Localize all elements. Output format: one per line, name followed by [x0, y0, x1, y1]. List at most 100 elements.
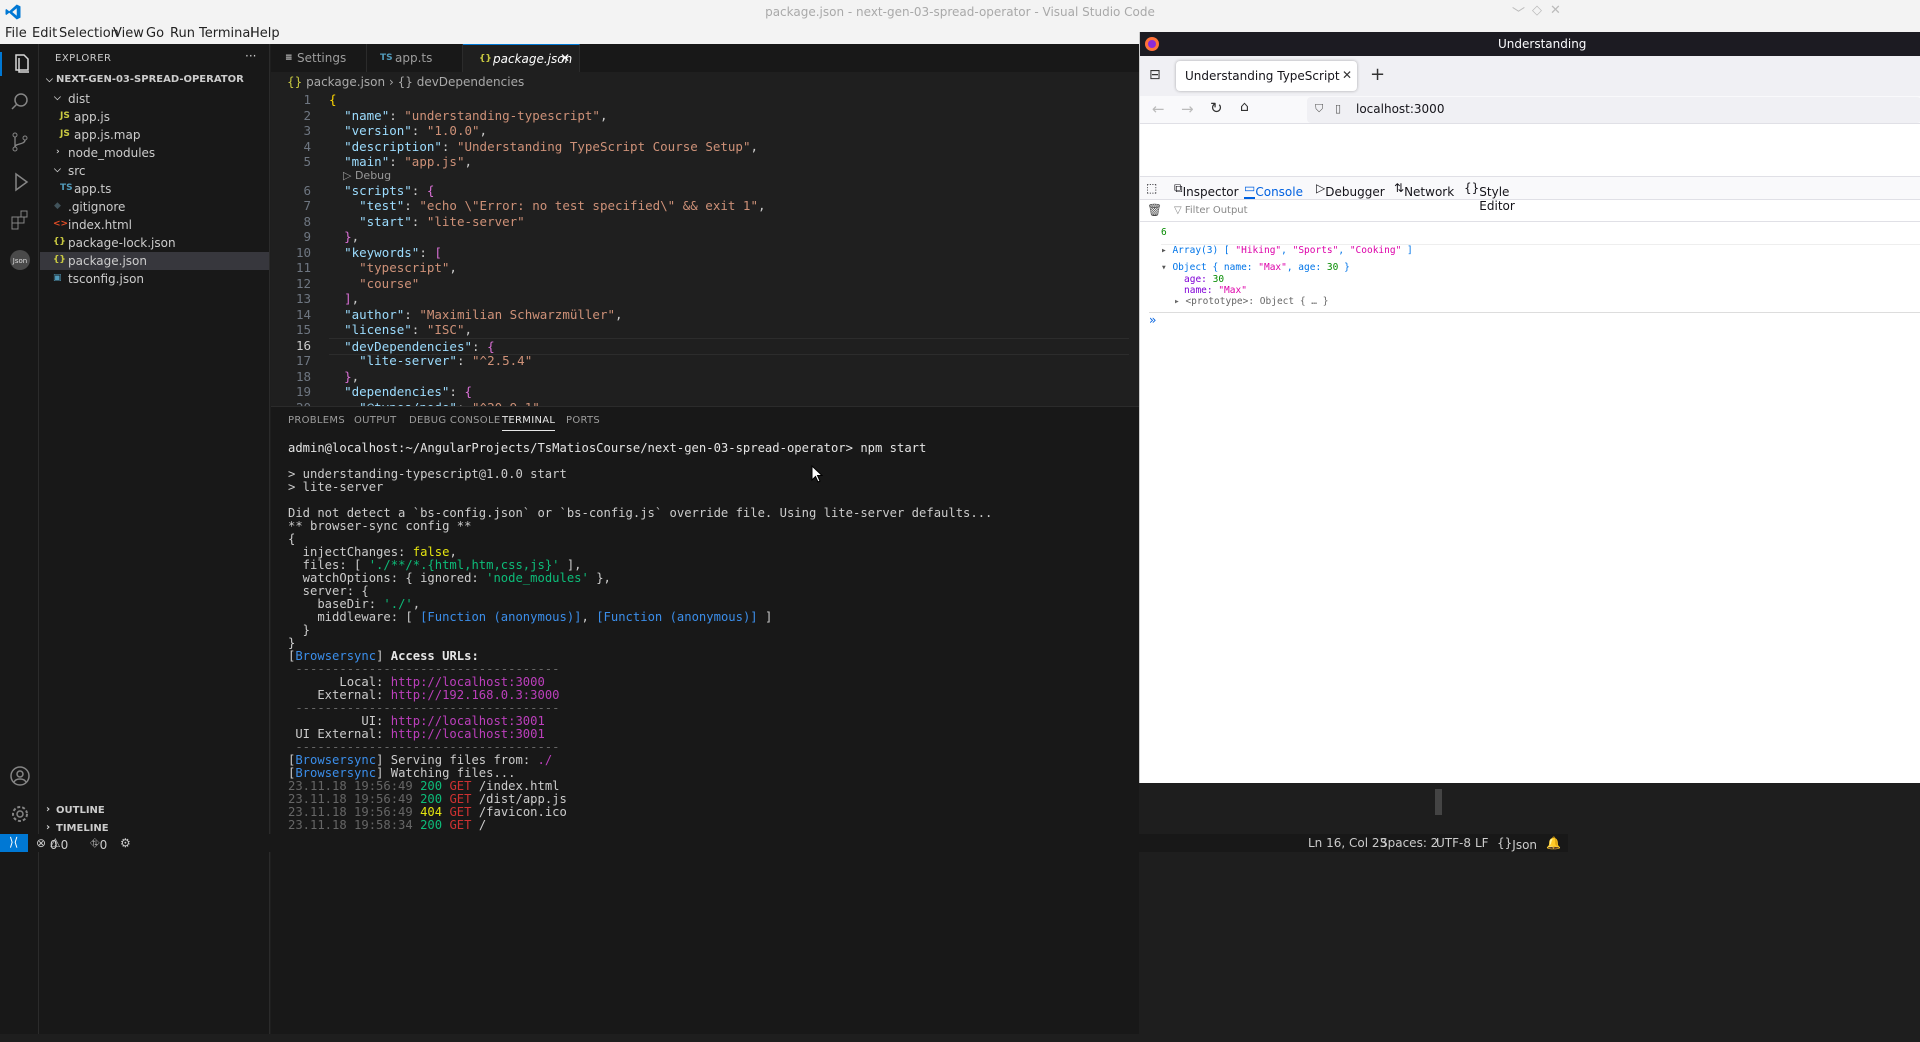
- cursor-position[interactable]: Ln 16, Col 23: [1308, 836, 1387, 850]
- devtools-tab-style-editor[interactable]: {} Style Editor: [1464, 181, 1515, 213]
- json-file-icon: {}: [53, 237, 66, 247]
- devtools-tab-inspector[interactable]: ⧉ Inspector: [1174, 181, 1239, 199]
- manage-gear-icon[interactable]: [8, 802, 32, 826]
- folder-node-modules[interactable]: › node_modules: [40, 144, 269, 162]
- folder-src[interactable]: ⌵ src: [40, 162, 269, 180]
- menu-edit[interactable]: Edit: [32, 26, 57, 41]
- status-bar: ⟩⟨ ⊗ 0 ⚠ 0 ⛗ 0 ⚙ Ln 16, Col 23 Spaces: 2 …: [0, 834, 1568, 852]
- ports-status[interactable]: ⛗ 0: [90, 836, 107, 852]
- tab-settings[interactable]: ≡ Settings: [271, 44, 367, 72]
- console-array-entry[interactable]: ▸ Array(3) [ "Hiking", "Sports", "Cookin…: [1161, 244, 1920, 256]
- file-package-json[interactable]: {} package.json: [40, 252, 269, 270]
- line-number: 8: [303, 213, 311, 229]
- git-file-icon: ◆: [54, 201, 61, 211]
- code-line: {: [329, 92, 337, 107]
- run-debug-icon[interactable]: [8, 170, 32, 194]
- explorer-sidebar: EXPLORER ··· ⌵ NEXT-GEN-03-SPREAD-OPERATO…: [39, 44, 270, 1034]
- tab-package-json[interactable]: {} package.json ✕: [463, 44, 580, 72]
- json-file-icon: {}: [479, 54, 492, 64]
- code-line: "scripts": {: [344, 182, 435, 198]
- menu-view[interactable]: View: [113, 26, 144, 41]
- file-app-js-map[interactable]: JS app.js.map: [40, 126, 269, 144]
- file-index-html[interactable]: <> index.html: [40, 216, 269, 234]
- line-number: 6: [303, 182, 311, 198]
- file-package-lock-json[interactable]: {} package-lock.json: [40, 234, 269, 252]
- outline-section[interactable]: › OUTLINE: [40, 802, 269, 820]
- folder-dist[interactable]: ⌵ dist: [40, 90, 269, 108]
- problems-status[interactable]: ⊗ 0 ⚠ 0: [36, 836, 68, 852]
- minimize-icon[interactable]: ﹀: [1512, 3, 1525, 22]
- code-line: "test": "echo \"Error: no test specified…: [359, 198, 766, 213]
- line-number: 13: [295, 291, 311, 306]
- forward-icon[interactable]: →: [1181, 100, 1194, 118]
- tab-output[interactable]: OUTPUT: [354, 415, 397, 426]
- line-number: 18: [295, 368, 311, 384]
- element-picker-icon[interactable]: ⬚: [1146, 181, 1157, 195]
- extensions-icon[interactable]: [8, 208, 32, 232]
- remote-indicator[interactable]: ⟩⟨: [0, 834, 28, 852]
- menu-help[interactable]: Help: [250, 26, 280, 41]
- menu-go[interactable]: Go: [146, 26, 164, 41]
- tab-debug-console[interactable]: DEBUG CONSOLE: [409, 415, 500, 426]
- line-number: 11: [295, 260, 311, 275]
- settings-icon: ≡: [285, 53, 293, 63]
- devtools-tab-console[interactable]: ▭ Console: [1244, 181, 1303, 199]
- file-tsconfig-json[interactable]: ▣ tsconfig.json: [40, 270, 269, 288]
- close-tab-icon[interactable]: ✕: [1342, 68, 1352, 82]
- eol-status[interactable]: LF: [1475, 836, 1489, 850]
- file-app-ts[interactable]: TS app.ts: [40, 180, 269, 198]
- search-icon[interactable]: [8, 90, 32, 114]
- filter-input[interactable]: ▽ Filter Output: [1174, 205, 1248, 216]
- close-icon[interactable]: ✕: [1550, 3, 1561, 18]
- encoding-status[interactable]: UTF-8: [1436, 836, 1471, 850]
- file-gitignore[interactable]: ◆ .gitignore: [40, 198, 269, 216]
- code-line: "lite-server": "^2.5.4": [359, 353, 533, 368]
- close-tab-icon[interactable]: ✕: [560, 51, 570, 65]
- tab-terminal[interactable]: TERMINAL: [502, 415, 556, 431]
- line-number: 14: [295, 306, 311, 322]
- menu-file[interactable]: File: [5, 26, 27, 41]
- console-prototype[interactable]: ▸ <prototype>: Object { … }: [1174, 296, 1328, 307]
- tab-problems[interactable]: PROBLEMS: [288, 415, 345, 426]
- console-object-entry[interactable]: ▾ Object { name: "Max", age: 30 }: [1161, 262, 1350, 273]
- home-icon[interactable]: ⌂: [1240, 99, 1249, 115]
- project-folder[interactable]: ⌵ NEXT-GEN-03-SPREAD-OPERATOR: [40, 72, 269, 90]
- console-filter-bar: 🗑 ▽ Filter Output: [1140, 200, 1920, 222]
- source-control-icon[interactable]: [8, 130, 32, 154]
- js-file-icon: JS: [60, 111, 70, 121]
- maximize-icon[interactable]: ◇: [1532, 3, 1542, 18]
- html-file-icon: <>: [53, 219, 69, 229]
- menu-terminal[interactable]: Terminal: [199, 26, 254, 41]
- code-editor[interactable]: 1 {2 "name": "understanding-typescript", 3…: [271, 90, 1139, 406]
- code-line: "typescript",: [359, 260, 457, 275]
- tab-app-ts[interactable]: TS app.ts: [367, 44, 463, 72]
- tsconfig-file-icon: ▣: [53, 273, 62, 283]
- browser-tab[interactable]: Understanding TypeScript ✕: [1176, 61, 1357, 91]
- terminal-scrollbar[interactable]: [1435, 789, 1442, 815]
- more-actions-icon[interactable]: ···: [245, 49, 256, 63]
- tab-ports[interactable]: PORTS: [566, 415, 600, 426]
- language-status[interactable]: {} Json: [1497, 836, 1537, 852]
- notifications-icon[interactable]: 🔔: [1546, 836, 1561, 850]
- file-app-js[interactable]: JS app.js: [40, 108, 269, 126]
- firefox-logo-icon: [1145, 37, 1159, 51]
- explorer-icon[interactable]: [0, 52, 39, 76]
- trash-icon[interactable]: 🗑: [1147, 203, 1162, 217]
- menu-run[interactable]: Run: [170, 26, 195, 41]
- tab-list-icon[interactable]: ⊟: [1149, 67, 1161, 83]
- new-tab-icon[interactable]: +: [1370, 64, 1385, 85]
- terminal-line: ** browser-sync config **: [288, 519, 472, 533]
- url-bar[interactable]: ⛉ ▯ localhost:3000: [1307, 97, 1920, 123]
- debug-codelens[interactable]: ▷ Debug: [343, 169, 391, 182]
- debug-status-icon[interactable]: ⚙: [120, 836, 131, 850]
- json-extension-icon[interactable]: Json: [8, 248, 32, 272]
- menu-selection[interactable]: Selection: [59, 26, 119, 41]
- devtools-tab-debugger[interactable]: ▷ Debugger: [1316, 181, 1385, 199]
- indentation-status[interactable]: Spaces: 2: [1380, 836, 1438, 850]
- devtools-tab-network[interactable]: ⇅ Network: [1394, 181, 1454, 199]
- back-icon[interactable]: ←: [1152, 100, 1165, 118]
- console-input[interactable]: »: [1149, 312, 1920, 330]
- account-icon[interactable]: [8, 764, 32, 788]
- firefox-tabstrip: ⊟ Understanding TypeScript ✕ +: [1140, 56, 1920, 96]
- reload-icon[interactable]: ↻: [1210, 99, 1223, 117]
